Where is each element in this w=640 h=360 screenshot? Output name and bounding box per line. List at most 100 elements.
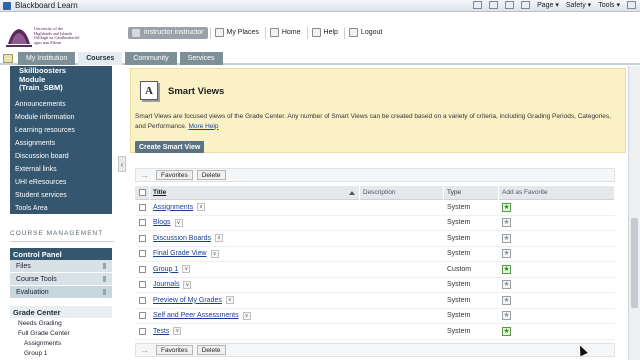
smart-view-link[interactable]: Discussion Boards [153, 235, 211, 242]
arrow-icon: → [140, 170, 149, 180]
chevron-down-icon[interactable]: ∨ [225, 296, 234, 305]
row-checkbox[interactable] [139, 296, 146, 304]
course-item-announcements[interactable]: Announcements [10, 98, 112, 111]
favorite-star-icon[interactable]: ★ [502, 249, 511, 259]
chevron-down-icon[interactable]: ∨ [174, 218, 183, 227]
browser-favicon-icon [3, 1, 11, 10]
course-item-module-information[interactable]: Module information [10, 111, 112, 124]
column-add-as-favorite[interactable]: Add as Favorite [499, 185, 615, 200]
collapse-menu-button[interactable]: ‹ [118, 156, 126, 172]
page-menu[interactable]: Page ▾ [537, 1, 559, 9]
row-type-cell: Custom [447, 265, 472, 273]
course-item-learning-resources[interactable]: Learning resources [10, 124, 112, 137]
row-checkbox[interactable] [139, 234, 146, 242]
cp-item-evaluation[interactable]: Evaluation [10, 286, 112, 299]
favorite-star-icon[interactable]: ★ [502, 295, 511, 305]
feeds-icon[interactable] [489, 1, 499, 9]
chevron-down-icon[interactable]: ∨ [210, 249, 219, 258]
chevron-down-icon[interactable]: ∨ [182, 265, 191, 274]
table-row: Blogs ∨ System ★ [135, 216, 615, 231]
row-checkbox[interactable] [139, 219, 146, 227]
course-item-tools-area[interactable]: Tools Area [10, 202, 112, 215]
help-link[interactable]: Help [306, 26, 342, 39]
column-description[interactable]: Description [360, 185, 444, 200]
favorite-star-icon[interactable]: ★ [502, 280, 511, 290]
course-item-assignments[interactable]: Assignments [10, 137, 112, 150]
favorites-button-bottom[interactable]: Favorites [156, 345, 193, 355]
chevron-down-icon[interactable]: ∨ [242, 311, 251, 320]
logout-link[interactable]: Logout [343, 26, 386, 39]
gc-item-group-1[interactable]: Group 1 [10, 348, 112, 358]
course-item-uhi-eresources[interactable]: UHI eResources [10, 176, 112, 189]
gc-item-needs-grading[interactable]: Needs Grading [10, 318, 112, 328]
chevron-down-icon[interactable]: ∨ [173, 327, 182, 336]
course-item-external-links[interactable]: External links [10, 163, 112, 176]
create-smart-view-button[interactable]: Create Smart View [135, 141, 205, 153]
home-link[interactable]: Home [264, 26, 305, 39]
tab-community[interactable]: Community [125, 52, 177, 65]
row-checkbox[interactable] [139, 203, 146, 211]
help-toolbar-icon[interactable] [627, 1, 636, 9]
home-toolbar-icon[interactable] [473, 1, 483, 9]
column-title[interactable]: Title [150, 185, 360, 200]
course-title[interactable]: Skillboosters Module (Train_SBM) [10, 66, 112, 95]
smart-view-link[interactable]: Journals [153, 281, 179, 288]
smart-view-link[interactable]: Blogs [153, 219, 171, 226]
print-icon[interactable] [521, 1, 531, 9]
favorite-star-icon[interactable]: ★ [502, 218, 511, 228]
row-favorite-cell: ★ [499, 280, 615, 290]
university-crest-icon [6, 29, 32, 47]
smart-view-link[interactable]: Group 1 [153, 266, 178, 273]
favorite-star-icon[interactable]: ★ [502, 326, 511, 336]
delete-button[interactable]: Delete [196, 170, 226, 180]
row-checkbox[interactable] [139, 327, 146, 335]
scrollbar-thumb[interactable] [631, 218, 638, 308]
row-checkbox[interactable] [139, 265, 146, 273]
table-header: Title Description Type Add as Favorite [135, 185, 615, 200]
row-checkbox[interactable] [139, 250, 146, 258]
smart-view-link[interactable]: Assignments [153, 204, 193, 211]
gc-item-assignments[interactable]: Assignments [10, 338, 112, 348]
page-scrollbar[interactable] [628, 66, 640, 360]
tab-services[interactable]: Services [179, 52, 223, 65]
favorite-star-icon[interactable]: ★ [502, 233, 511, 243]
row-checkbox[interactable] [139, 312, 146, 320]
grade-center-header[interactable]: Grade Center [10, 306, 112, 318]
cp-item-course-tools[interactable]: Course Tools [10, 273, 112, 286]
tab-my-institution[interactable]: My Institution [18, 52, 76, 65]
tools-menu[interactable]: Tools ▾ [598, 1, 620, 9]
course-item-student-services[interactable]: Student services [10, 189, 112, 202]
row-favorite-cell: ★ [499, 233, 615, 243]
cp-item-files[interactable]: Files [10, 260, 112, 273]
more-help-link[interactable]: More Help [188, 123, 218, 130]
menu-toggle-icon[interactable] [3, 54, 13, 63]
page-description: Smart Views are focused views of the Gra… [135, 113, 611, 130]
delete-button-bottom[interactable]: Delete [196, 345, 226, 355]
smart-view-link[interactable]: Self and Peer Assessments [153, 312, 239, 319]
smart-view-link[interactable]: Final Grade View [153, 250, 207, 257]
smart-view-link[interactable]: Preview of My Grades [153, 297, 222, 304]
row-checkbox[interactable] [139, 281, 146, 289]
user-menu[interactable]: instructor instructor [128, 26, 208, 39]
row-type-cell: System [447, 234, 471, 242]
chevron-down-icon[interactable]: ∨ [214, 234, 223, 243]
favorite-star-icon[interactable]: ★ [502, 311, 511, 321]
course-item-discussion-board[interactable]: Discussion board [10, 150, 112, 163]
favorites-button[interactable]: Favorites [156, 170, 193, 180]
safety-menu[interactable]: Safety ▾ [566, 1, 591, 9]
table-row: Self and Peer Assessments ∨ System ★ [135, 309, 615, 324]
tab-courses[interactable]: Courses [78, 52, 123, 65]
my-places-link[interactable]: My Places [209, 26, 263, 39]
select-all-checkbox[interactable] [139, 189, 146, 196]
control-panel-header[interactable]: Control Panel [10, 248, 112, 260]
row-checkbox-cell [135, 312, 150, 320]
chevron-down-icon[interactable]: ∨ [197, 203, 206, 212]
chevron-down-icon[interactable]: ∨ [183, 280, 192, 289]
smart-view-link[interactable]: Tests [153, 328, 169, 335]
mail-icon[interactable] [505, 1, 515, 9]
home-icon [269, 28, 279, 37]
favorite-star-icon[interactable]: ★ [502, 202, 511, 212]
column-type[interactable]: Type [444, 185, 499, 200]
gc-item-full-grade-center[interactable]: Full Grade Center [10, 328, 112, 338]
favorite-star-icon[interactable]: ★ [502, 264, 511, 274]
